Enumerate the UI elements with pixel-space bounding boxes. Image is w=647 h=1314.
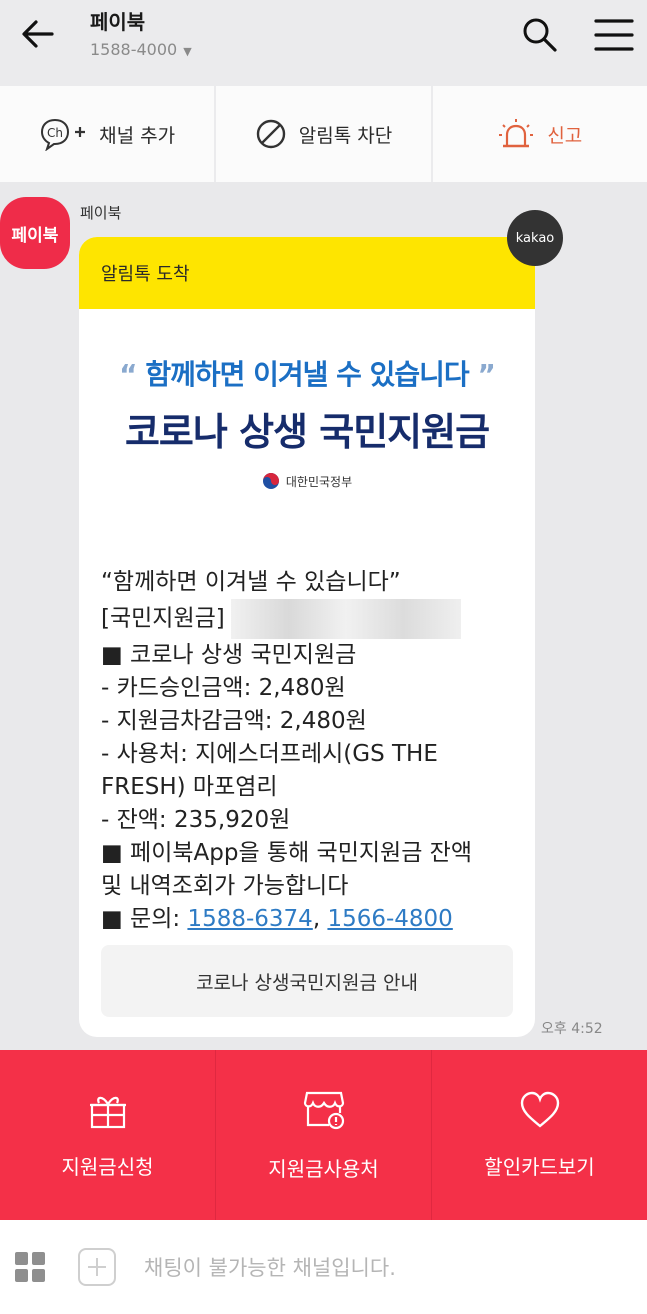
phone-separator: ,: [312, 906, 328, 932]
heart-icon: [520, 1091, 559, 1128]
kakao-badge: kakao: [507, 210, 563, 266]
message-line: - 사용처: 지에스더프레시(GS THE: [101, 741, 438, 767]
channel-add-icon: Ch: [41, 118, 86, 151]
attach-plus-button[interactable]: [78, 1248, 116, 1286]
top-header: 페이북 1588-4000 ▼: [0, 0, 647, 86]
message-line: FRESH) 마포염리: [101, 774, 278, 800]
channel-bottom-menu: 지원금신청 지원금사용처 할인카드보기: [0, 1050, 647, 1220]
bubble-header: 알림톡 도착: [79, 237, 535, 309]
svg-text:Ch: Ch: [47, 126, 63, 140]
report-button[interactable]: 신고: [432, 86, 647, 182]
channel-action-bar: Ch 채널 추가 알림톡 차단 신고: [0, 86, 647, 182]
apply-support-label: 지원금신청: [61, 1154, 154, 1179]
block-icon: [256, 119, 285, 149]
block-notification-label: 알림톡 차단: [298, 124, 393, 147]
block-notification-button[interactable]: 알림톡 차단: [216, 86, 431, 182]
message-time: 오후 4:52: [541, 1021, 603, 1037]
message-body: “함께하면 이겨낼 수 있습니다” [국민지원금] ■ 코로나 상생 국민지원금 - …: [79, 490, 535, 936]
add-channel-label: 채널 추가: [99, 124, 176, 147]
search-icon[interactable]: [520, 15, 560, 55]
banner-main-title: 코로나 상생 국민지원금: [124, 410, 490, 454]
apply-support-button[interactable]: 지원금신청: [0, 1050, 215, 1220]
phone-link-1[interactable]: 1588-6374: [187, 906, 312, 932]
message-line: “함께하면 이겨낼 수 있습니다”: [101, 569, 401, 595]
message-bubble: 알림톡 도착 “ 함께하면 이겨낼 수 있습니다 ” 코로나 상생 국민지원금 …: [79, 237, 535, 1037]
inquiry-prefix: ■ 문의:: [101, 906, 188, 932]
redacted-block: [230, 599, 461, 639]
banner-quote: “ 함께하면 이겨낼 수 있습니다 ”: [79, 353, 535, 393]
gift-icon: [89, 1096, 126, 1128]
message-line: ■ 페이북App을 통해 국민지원금 잔액: [101, 840, 472, 866]
discount-card-label: 할인카드보기: [484, 1154, 595, 1179]
add-channel-button[interactable]: Ch 채널 추가: [0, 86, 215, 182]
siren-icon: [499, 119, 534, 148]
message-line-text: [국민지원금]: [101, 605, 225, 632]
chevron-down-icon: ▼: [183, 45, 192, 58]
support-places-button[interactable]: 지원금사용처: [215, 1050, 431, 1220]
sender-name: 페이북: [80, 204, 122, 222]
banner-close-quote: ”: [477, 358, 495, 391]
hamburger-menu-icon[interactable]: [594, 17, 634, 53]
taegeuk-icon: [262, 473, 279, 489]
chat-input-bar: 채팅이 불가능한 채널입니다.: [0, 1220, 647, 1314]
message-line: ■ 코로나 상생 국민지원금: [101, 642, 357, 668]
banner-open-quote: “: [119, 358, 137, 391]
message-line: ■ 문의: 1588-6374, 1566-4800: [101, 903, 535, 936]
phone-link-2[interactable]: 1566-4800: [327, 906, 452, 932]
channel-phone-dropdown[interactable]: 1588-4000 ▼: [90, 40, 192, 59]
message-line: - 지원금차감금액: 2,480원: [101, 708, 367, 734]
support-places-label: 지원금사용처: [268, 1156, 379, 1181]
channel-phone-number: 1588-4000: [90, 40, 178, 59]
message-line: 및 내역조회가 가능합니다: [101, 873, 349, 899]
message-line: [국민지원금]: [101, 599, 535, 639]
menu-grid-icon[interactable]: [14, 1251, 46, 1283]
message-line: - 잔액: 235,920원: [101, 807, 291, 833]
support-guide-button[interactable]: 코로나 상생국민지원금 안내: [101, 945, 513, 1017]
plus-icon: [88, 1258, 106, 1276]
banner-quote-text: 함께하면 이겨낼 수 있습니다: [145, 358, 469, 391]
channel-title: 페이북: [90, 10, 146, 34]
message-line: - 카드승인금액: 2,480원: [101, 675, 346, 701]
back-arrow-icon[interactable]: [18, 14, 58, 54]
government-label: 대한민국정부: [285, 474, 353, 489]
report-label: 신고: [547, 124, 583, 147]
government-logo: 대한민국정부: [79, 472, 535, 490]
discount-card-button[interactable]: 할인카드보기: [431, 1050, 647, 1220]
chat-disabled-text: 채팅이 불가능한 채널입니다.: [144, 1256, 396, 1280]
store-icon: [303, 1091, 344, 1129]
channel-avatar[interactable]: 페이북: [0, 197, 70, 269]
promo-banner: “ 함께하면 이겨낼 수 있습니다 ” 코로나 상생 국민지원금 대한민국정부: [79, 309, 535, 490]
